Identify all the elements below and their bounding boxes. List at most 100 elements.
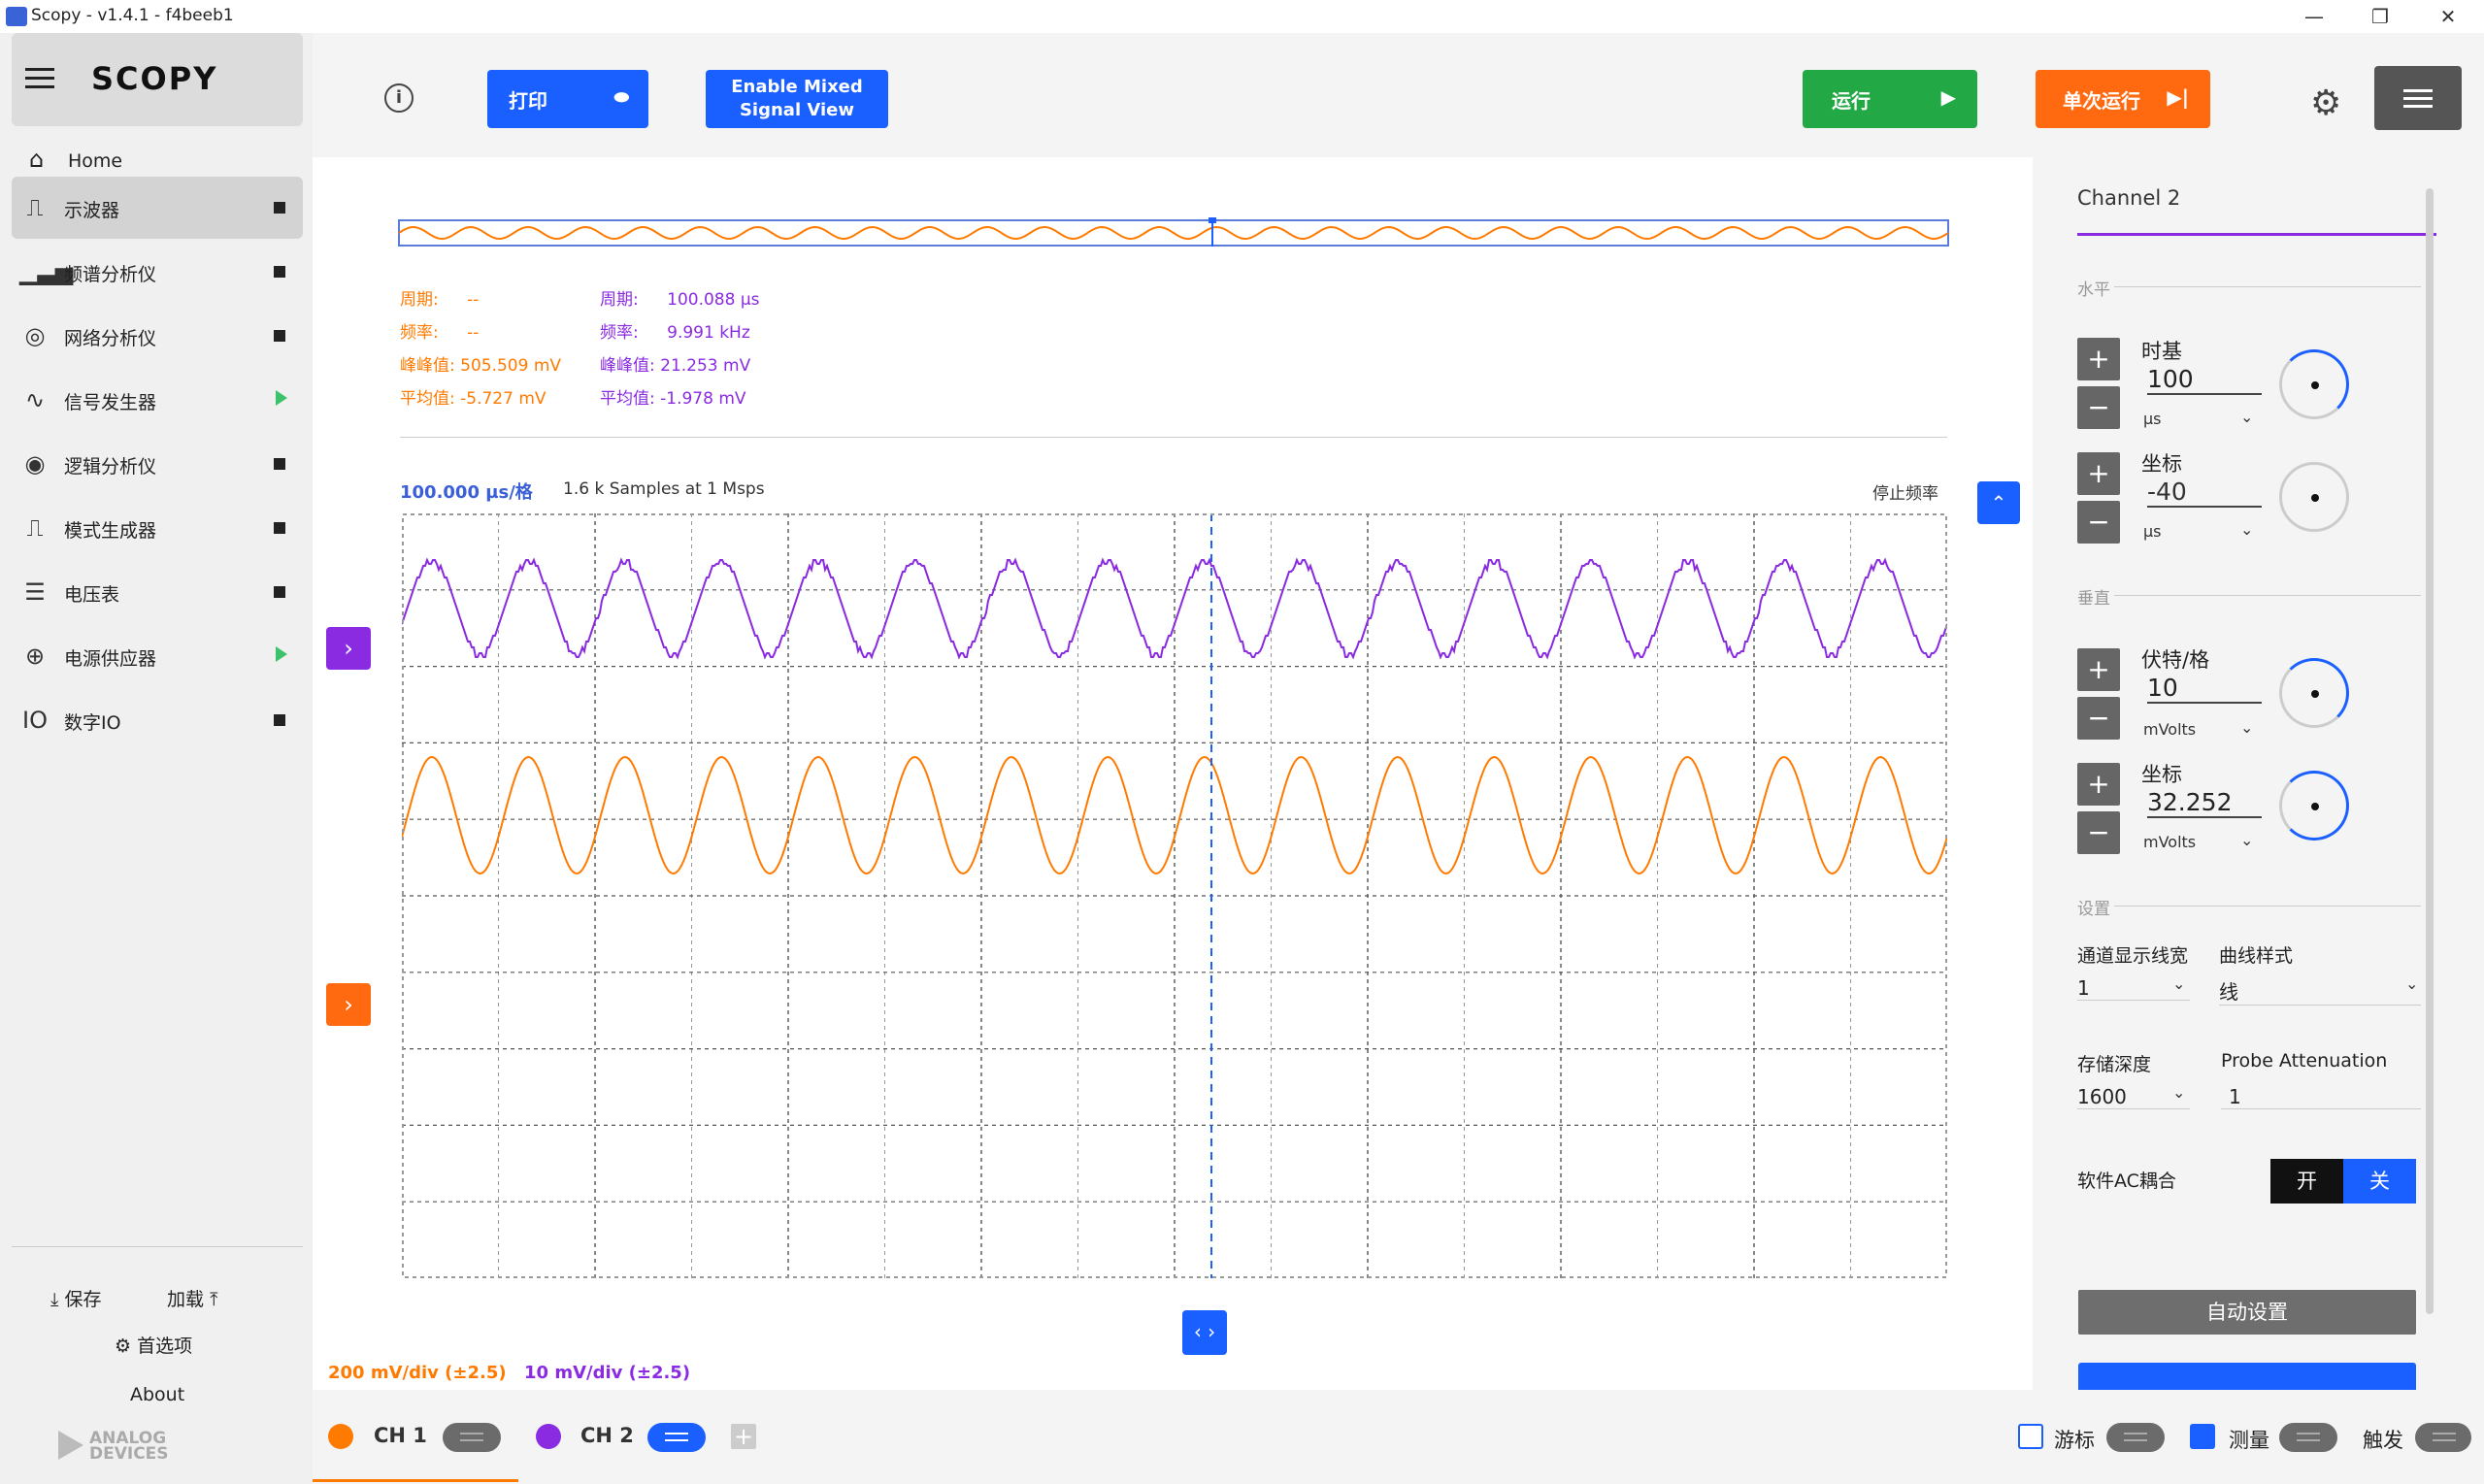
ch1-label[interactable]: CH 1 [374,1424,427,1447]
vpos-unit-select[interactable]: mVolts [2143,833,2196,851]
hamburger-menu-icon[interactable] [25,68,54,89]
info-icon[interactable]: i [384,83,414,113]
hpos-unit-select[interactable]: µs [2143,522,2162,541]
timebase-knob[interactable] [2279,349,2349,419]
ch2-offset-handle[interactable]: › [326,627,371,670]
ch1-p2p-label: 峰峰值: [400,356,455,376]
window-title: Scopy - v1.4.1 - f4beeb1 [31,6,234,25]
load-label: 加载 [167,1289,205,1310]
oscilloscope-icon: ⎍ [26,194,44,221]
sidebar-item-voltmeter[interactable]: ☰ 电压表 [12,561,303,623]
save-button[interactable]: ⤓ 保存 [50,1285,101,1311]
scopy-app-icon [6,7,27,26]
ch1-settings-button[interactable] [443,1423,501,1452]
vpos-knob[interactable] [2279,771,2349,841]
settings-gear-icon[interactable]: ⚙ [2310,83,2341,123]
cursor-settings-button[interactable] [2106,1423,2165,1452]
stop-icon[interactable] [274,330,285,342]
measure-label: 测量 [2229,1429,2269,1452]
minimize-button[interactable]: — [2283,0,2345,33]
print-button[interactable]: 打印 ⬬ [487,70,648,128]
hpos-input[interactable]: -40 [2147,478,2262,508]
vpos-input[interactable]: 32.252 [2147,788,2262,818]
stop-icon[interactable] [274,458,285,470]
toggle-on-option[interactable]: 开 [2270,1159,2343,1204]
ch1-freq-value: -- [467,323,480,343]
ac-coupling-toggle[interactable]: 开 关 [2270,1159,2416,1204]
measure-settings-button[interactable] [2279,1423,2337,1452]
stop-icon[interactable] [274,266,285,278]
menu-button[interactable] [2374,66,2462,130]
chevron-down-icon: ⌄ [2240,718,2254,737]
collapse-button[interactable]: ⌃ [1977,481,2020,524]
about-button[interactable]: About [130,1384,184,1405]
sliders-icon [2297,1433,2320,1435]
waveform-overview[interactable] [398,215,1951,248]
sidebar-item-oscilloscope[interactable]: ⎍ 示波器 [12,177,303,239]
sidebar-item-signal-generator[interactable]: ∿ 信号发生器 [12,369,303,431]
sidebar-item-pattern-generator[interactable]: ⎍ 模式生成器 [12,497,303,559]
trigger-settings-button[interactable] [2415,1423,2471,1452]
single-run-button[interactable]: 单次运行 ▶| [2036,70,2210,128]
measure-divider [400,437,1947,438]
timebase-unit-select[interactable]: µs [2143,410,2162,428]
vdiv-input[interactable]: 10 [2147,674,2262,704]
probe-attenuation-input[interactable]: 1 [2221,1085,2421,1109]
chevron-down-icon: ⌄ [2172,974,2186,993]
hpos-knob[interactable] [2279,462,2349,532]
timebase-plus-button[interactable]: + [2077,338,2120,380]
ch2-color-dot[interactable] [536,1424,561,1449]
panel-scrollbar[interactable] [2426,188,2434,1314]
stop-icon[interactable] [274,714,285,726]
preferences-button[interactable]: ⚙ 首选项 [115,1332,192,1358]
vpos-plus-button[interactable]: + [2077,763,2120,806]
oscilloscope-plot[interactable] [402,513,1947,1278]
timebase-input[interactable]: 100 [2147,365,2262,395]
stop-icon[interactable] [274,202,285,214]
measure-checkbox[interactable] [2190,1424,2215,1449]
chevron-down-icon: ⌄ [2240,408,2254,426]
sidebar-item-network-analyzer[interactable]: ◎ 网络分析仪 [12,305,303,367]
vdiv-unit-select[interactable]: mVolts [2143,720,2196,739]
ch2-settings-button[interactable] [647,1423,706,1452]
running-icon[interactable] [276,390,287,406]
ch1-offset-handle[interactable]: › [326,983,371,1026]
run-button[interactable]: 运行 ▶ [1803,70,1977,128]
sidebar-item-digital-io[interactable]: IO 数字IO [12,689,303,751]
time-position-handle[interactable]: ‹ › [1182,1310,1227,1355]
vdiv-minus-button[interactable]: − [2077,697,2120,740]
mixed-label-1: Enable Mixed [731,77,863,97]
curve-style-select[interactable]: 线 [2219,976,2421,1006]
ch2-scale-readout: 10 mV/div (±2.5) [524,1363,691,1383]
sidebar-item-logic-analyzer[interactable]: ◉ 逻辑分析仪 [12,433,303,495]
stop-icon[interactable] [274,522,285,534]
hpos-plus-button[interactable]: + [2077,452,2120,495]
sidebar-item-spectrum-analyzer[interactable]: ▁▃▅ 频谱分析仪 [12,241,303,303]
vpos-minus-button[interactable]: − [2077,811,2120,854]
ch1-color-dot[interactable] [328,1424,353,1449]
home-button[interactable]: ⌂ Home [29,140,122,179]
ch1-tab-underline [313,1479,518,1482]
add-channel-button[interactable]: + [731,1424,756,1449]
vdiv-knob[interactable] [2279,658,2349,728]
ch2-avg-value: -1.978 mV [660,389,746,409]
timebase-minus-button[interactable]: − [2077,386,2120,429]
autoset-button[interactable]: 自动设置 [2078,1290,2416,1335]
running-icon[interactable] [276,646,287,662]
sliders-icon [2433,1433,2456,1435]
cursor-checkbox[interactable] [2018,1424,2043,1449]
stop-icon[interactable] [274,586,285,598]
stop-frequency-label: 停止频率 [1872,484,1938,504]
vdiv-plus-button[interactable]: + [2077,648,2120,691]
timebase-readout: 100.000 µs/格 [400,482,533,503]
logic-icon: ◉ [24,450,46,478]
ch2-label[interactable]: CH 2 [580,1424,634,1447]
close-button[interactable]: ✕ [2417,0,2479,33]
toggle-off-option[interactable]: 关 [2343,1159,2416,1204]
sidebar-item-power-supply[interactable]: ⊕ 电源供应器 [12,625,303,687]
hpos-minus-button[interactable]: − [2077,501,2120,544]
load-button[interactable]: 加载 ⤒ [167,1285,217,1311]
maximize-button[interactable]: ❐ [2349,0,2411,33]
panel-action-button[interactable] [2078,1363,2416,1390]
enable-mixed-signal-view-button[interactable]: Enable Mixed Signal View [706,70,888,128]
